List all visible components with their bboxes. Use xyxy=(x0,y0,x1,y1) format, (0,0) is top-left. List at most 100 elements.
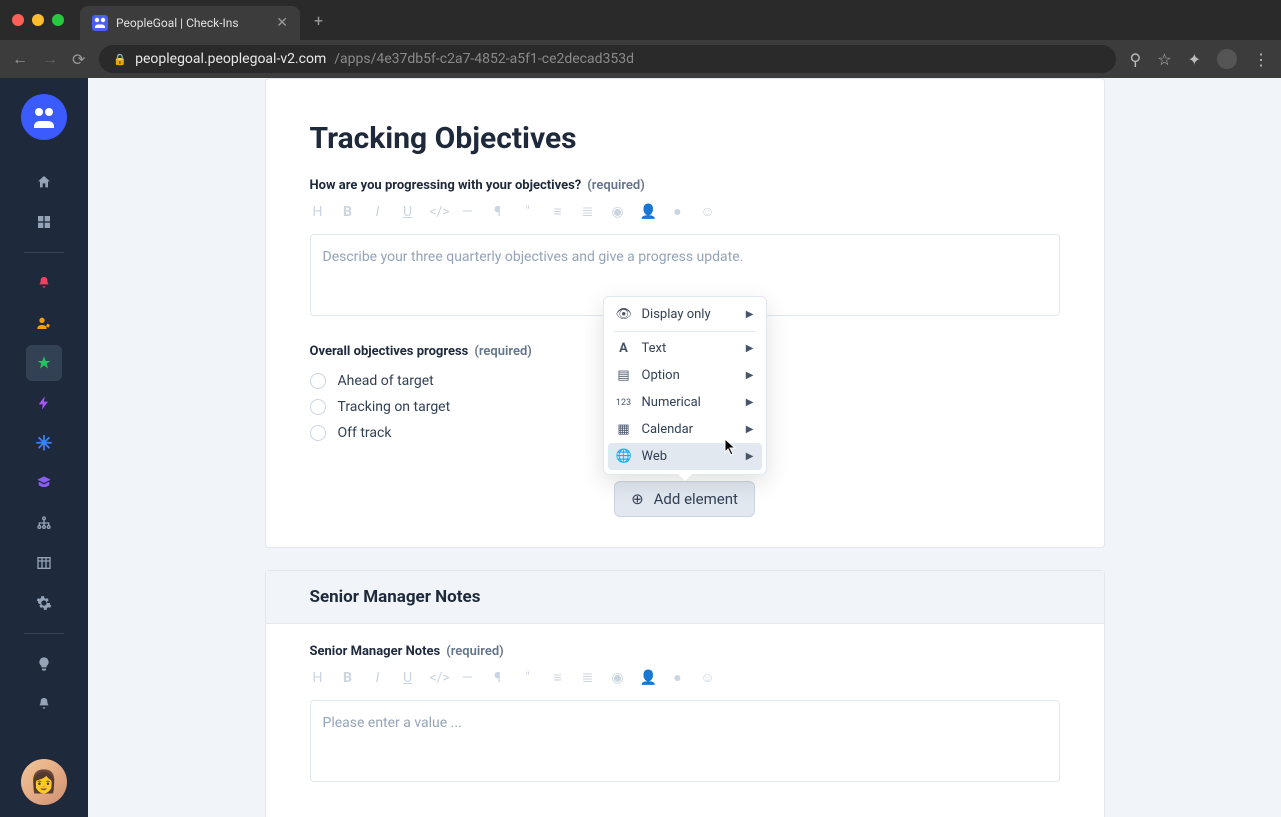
required-tag: (required) xyxy=(446,644,503,659)
person-icon[interactable]: 👤 xyxy=(640,670,656,686)
question-label: How are you progressing with your object… xyxy=(310,178,582,193)
radio-label: Off track xyxy=(338,425,392,441)
underline-icon[interactable]: U xyxy=(400,204,416,220)
sidebar-item-home[interactable] xyxy=(26,164,62,200)
required-tag: (required) xyxy=(474,344,531,359)
chevron-right-icon: ▶ xyxy=(746,343,754,354)
dropdown-label: Web xyxy=(642,449,736,464)
sidebar-item-apps[interactable] xyxy=(26,204,62,240)
dropdown-divider xyxy=(614,331,756,332)
quote-icon[interactable]: " xyxy=(520,670,536,686)
italic-icon[interactable]: I xyxy=(370,670,386,686)
ulist-icon[interactable]: ≡ xyxy=(550,203,566,220)
sidebar-divider xyxy=(24,252,64,253)
add-element-button[interactable]: ⊕ Add element xyxy=(614,481,755,517)
chevron-right-icon: ▶ xyxy=(746,424,754,435)
editor-toolbar: H B I U </> — ¶ " ≡ ≣ ◉ 👤 ● ☺ xyxy=(310,203,1060,220)
reload-button[interactable]: ⟳ xyxy=(72,50,85,69)
browser-toolbar: ← → ⟳ 🔒 peoplegoal.peoplegoal-v2.com/app… xyxy=(0,40,1281,78)
sidebar-item-bolt[interactable] xyxy=(26,385,62,421)
forward-button[interactable]: → xyxy=(42,49,58,69)
search-icon[interactable]: ⚲ xyxy=(1130,50,1142,69)
heading-icon[interactable]: H xyxy=(310,670,326,686)
text-icon: A xyxy=(616,341,632,356)
option-icon: ▤ xyxy=(616,368,632,383)
heading-icon[interactable]: H xyxy=(310,204,326,220)
dropdown-item-option[interactable]: ▤ Option ▶ xyxy=(608,362,762,389)
sidebar-item-org[interactable] xyxy=(26,505,62,541)
sidebar-item-alerts[interactable] xyxy=(26,265,62,301)
olist-icon[interactable]: ≣ xyxy=(580,204,596,220)
camera-icon[interactable]: ◉ xyxy=(610,204,626,220)
dropdown-item-text[interactable]: A Text ▶ xyxy=(608,335,762,362)
extensions-icon[interactable]: ✦ xyxy=(1188,50,1201,69)
main-content: Tracking Objectives How are you progress… xyxy=(88,78,1281,817)
question-label: Overall objectives progress xyxy=(310,344,469,359)
user-avatar[interactable]: 👩 xyxy=(21,759,67,805)
window-minimize[interactable] xyxy=(32,14,44,26)
sidebar-item-favorites[interactable] xyxy=(26,345,62,381)
profile-icon[interactable] xyxy=(1217,49,1237,69)
sidebar-item-people[interactable] xyxy=(26,305,62,341)
sidebar-item-reports[interactable] xyxy=(26,545,62,581)
notes-card: Senior Manager Notes Senior Manager Note… xyxy=(265,570,1105,817)
app-logo[interactable] xyxy=(21,94,67,140)
underline-icon[interactable]: U xyxy=(400,670,416,686)
chevron-right-icon: ▶ xyxy=(746,451,754,462)
dropdown-item-display-only[interactable]: 👁 Display only ▶ xyxy=(608,301,762,328)
drop-icon[interactable]: ● xyxy=(670,669,686,686)
chevron-right-icon: ▶ xyxy=(746,370,754,381)
sidebar-item-ideas[interactable] xyxy=(26,646,62,682)
sidebar-item-learn[interactable] xyxy=(26,465,62,501)
element-type-dropdown: 👁 Display only ▶ A Text ▶ ▤ xyxy=(603,296,767,475)
url-path: /apps/4e37db5f-c2a7-4852-a5f1-ce2decad35… xyxy=(334,51,634,67)
browser-tab[interactable]: PeopleGoal | Check-Ins ✕ xyxy=(80,6,300,40)
paragraph-icon[interactable]: ¶ xyxy=(490,670,506,686)
italic-icon[interactable]: I xyxy=(370,204,386,220)
url-domain: peoplegoal.peoplegoal-v2.com xyxy=(135,51,326,67)
url-bar[interactable]: 🔒 peoplegoal.peoplegoal-v2.com/apps/4e37… xyxy=(99,45,1115,73)
mouse-cursor xyxy=(724,438,738,456)
radio-label: Ahead of target xyxy=(338,373,434,389)
new-tab-button[interactable]: + xyxy=(314,11,323,30)
dropdown-label: Display only xyxy=(642,307,736,322)
code-icon[interactable]: </> xyxy=(430,204,446,220)
hr-icon[interactable]: — xyxy=(460,204,476,220)
sidebar-item-settings[interactable] xyxy=(26,585,62,621)
globe-icon: 🌐 xyxy=(616,449,632,464)
camera-icon[interactable]: ◉ xyxy=(610,670,626,686)
ulist-icon[interactable]: ≡ xyxy=(550,669,566,686)
drop-icon[interactable]: ● xyxy=(670,203,686,220)
dropdown-label: Numerical xyxy=(642,395,736,410)
emoji-icon[interactable]: ☺ xyxy=(700,669,716,686)
notes-textarea[interactable]: Please enter a value ... xyxy=(310,700,1060,782)
plus-circle-icon: ⊕ xyxy=(631,490,644,508)
bookmark-icon[interactable]: ☆ xyxy=(1157,50,1171,69)
required-tag: (required) xyxy=(587,178,644,193)
tracking-card: Tracking Objectives How are you progress… xyxy=(265,78,1105,548)
sidebar-item-notifications[interactable] xyxy=(26,686,62,722)
tab-close-icon[interactable]: ✕ xyxy=(276,15,288,31)
emoji-icon[interactable]: ☺ xyxy=(700,203,716,220)
window-close[interactable] xyxy=(12,14,24,26)
radio-icon xyxy=(310,373,326,389)
bold-icon[interactable]: B xyxy=(340,670,356,686)
person-icon[interactable]: 👤 xyxy=(640,204,656,220)
dropdown-item-calendar[interactable]: ▦ Calendar ▶ xyxy=(608,416,762,443)
menu-icon[interactable]: ⋮ xyxy=(1253,50,1269,69)
back-button[interactable]: ← xyxy=(12,49,28,69)
add-element-label: Add element xyxy=(654,490,738,508)
hr-icon[interactable]: — xyxy=(460,670,476,686)
chevron-right-icon: ▶ xyxy=(746,309,754,320)
eye-icon: 👁 xyxy=(616,307,632,322)
quote-icon[interactable]: " xyxy=(520,204,536,220)
question-label: Senior Manager Notes xyxy=(310,644,441,659)
dropdown-item-numerical[interactable]: 123 Numerical ▶ xyxy=(608,389,762,416)
dropdown-item-web[interactable]: 🌐 Web ▶ xyxy=(608,443,762,470)
bold-icon[interactable]: B xyxy=(340,204,356,220)
olist-icon[interactable]: ≣ xyxy=(580,670,596,686)
paragraph-icon[interactable]: ¶ xyxy=(490,204,506,220)
window-maximize[interactable] xyxy=(52,14,64,26)
sidebar-item-snowflake[interactable]: ✳ xyxy=(26,425,62,461)
code-icon[interactable]: </> xyxy=(430,670,446,686)
